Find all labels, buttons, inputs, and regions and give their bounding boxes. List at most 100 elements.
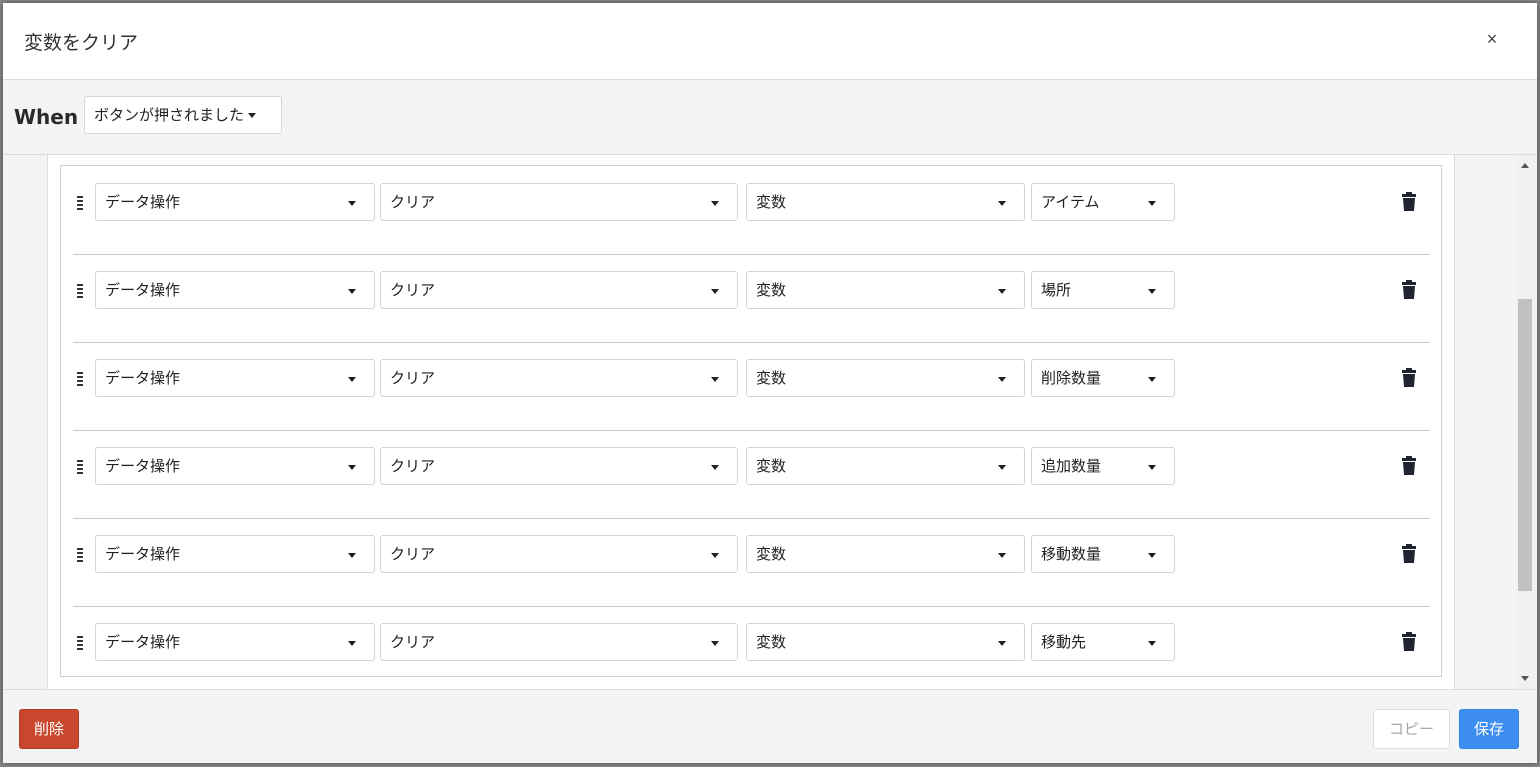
scroll-up-arrow-icon[interactable]: [1521, 163, 1529, 168]
caret-down-icon: [711, 377, 719, 382]
caret-down-icon: [998, 201, 1006, 206]
action-type-dropdown[interactable]: データ操作: [95, 623, 375, 661]
trigger-dropdown[interactable]: ボタンが押されました: [84, 96, 282, 134]
when-label: When: [14, 105, 79, 129]
drag-handle-icon[interactable]: [77, 372, 85, 386]
caret-down-icon: [348, 377, 356, 382]
variable-dropdown[interactable]: 追加数量: [1031, 447, 1175, 485]
action-type-dropdown[interactable]: データ操作: [95, 447, 375, 485]
variable-dropdown[interactable]: アイテム: [1031, 183, 1175, 221]
scroll-thumb[interactable]: [1518, 299, 1532, 591]
delete-button[interactable]: 削除: [19, 709, 79, 749]
caret-down-icon: [711, 289, 719, 294]
save-button[interactable]: 保存: [1459, 709, 1519, 749]
actions-panel: データ操作 クリア 変数 アイテム データ操作 クリア 変数 場所 データ操作 クリア 変数 削除数量…: [47, 155, 1455, 689]
target-dropdown-value: 変数: [756, 457, 787, 475]
copy-button[interactable]: コピー: [1373, 709, 1450, 749]
caret-down-icon: [998, 641, 1006, 646]
trigger-bar: When ボタンが押されました: [3, 80, 1537, 155]
action-row: データ操作 クリア 変数 削除数量: [73, 342, 1430, 431]
target-dropdown[interactable]: 変数: [746, 183, 1025, 221]
action-list: データ操作 クリア 変数 アイテム データ操作 クリア 変数 場所 データ操作 クリア 変数 削除数量…: [60, 165, 1442, 677]
variable-dropdown-value: 削除数量: [1041, 369, 1102, 387]
trash-icon[interactable]: [1401, 280, 1417, 300]
actions-area: データ操作 クリア 変数 アイテム データ操作 クリア 変数 場所 データ操作 クリア 変数 削除数量…: [3, 155, 1537, 689]
variable-dropdown[interactable]: 移動数量: [1031, 535, 1175, 573]
target-dropdown[interactable]: 変数: [746, 447, 1025, 485]
action-type-dropdown-value: データ操作: [105, 633, 181, 651]
target-dropdown-value: 変数: [756, 545, 787, 563]
operation-dropdown[interactable]: クリア: [380, 623, 738, 661]
target-dropdown[interactable]: 変数: [746, 271, 1025, 309]
modal-footer: 削除 コピー 保存: [3, 689, 1537, 763]
caret-down-icon: [711, 553, 719, 558]
action-row: データ操作 クリア 変数 場所: [73, 254, 1430, 343]
operation-dropdown[interactable]: クリア: [380, 535, 738, 573]
action-type-dropdown-value: データ操作: [105, 281, 181, 299]
variable-dropdown[interactable]: 削除数量: [1031, 359, 1175, 397]
action-row: データ操作 クリア 変数 移動先: [73, 606, 1430, 694]
operation-dropdown-value: クリア: [390, 369, 436, 387]
action-row: データ操作 クリア 変数 追加数量: [73, 430, 1430, 519]
action-type-dropdown-value: データ操作: [105, 457, 181, 475]
action-type-dropdown[interactable]: データ操作: [95, 271, 375, 309]
action-type-dropdown-value: データ操作: [105, 545, 181, 563]
trash-icon[interactable]: [1401, 368, 1417, 388]
variable-dropdown[interactable]: 場所: [1031, 271, 1175, 309]
action-type-dropdown[interactable]: データ操作: [95, 183, 375, 221]
caret-down-icon: [1148, 377, 1156, 382]
drag-handle-icon[interactable]: [77, 284, 85, 298]
action-type-dropdown-value: データ操作: [105, 369, 181, 387]
caret-down-icon: [998, 289, 1006, 294]
action-row: データ操作 クリア 変数 移動数量: [73, 518, 1430, 607]
variable-dropdown-value: 移動先: [1041, 633, 1087, 651]
target-dropdown[interactable]: 変数: [746, 359, 1025, 397]
target-dropdown-value: 変数: [756, 369, 787, 387]
caret-down-icon: [711, 641, 719, 646]
modal-header: 変数をクリア ×: [3, 3, 1537, 80]
operation-dropdown[interactable]: クリア: [380, 359, 738, 397]
operation-dropdown[interactable]: クリア: [380, 271, 738, 309]
action-type-dropdown[interactable]: データ操作: [95, 535, 375, 573]
caret-down-icon: [348, 553, 356, 558]
caret-down-icon: [348, 641, 356, 646]
modal-title: 変数をクリア: [24, 32, 139, 54]
caret-down-icon: [1148, 465, 1156, 470]
target-dropdown-value: 変数: [756, 281, 787, 299]
caret-down-icon: [248, 113, 257, 118]
caret-down-icon: [711, 201, 719, 206]
action-row: データ操作 クリア 変数 アイテム: [73, 166, 1430, 255]
target-dropdown[interactable]: 変数: [746, 623, 1025, 661]
caret-down-icon: [348, 201, 356, 206]
target-dropdown[interactable]: 変数: [746, 535, 1025, 573]
caret-down-icon: [711, 465, 719, 470]
trash-icon[interactable]: [1401, 456, 1417, 476]
drag-handle-icon[interactable]: [77, 196, 85, 210]
drag-handle-icon[interactable]: [77, 460, 85, 474]
drag-handle-icon[interactable]: [77, 636, 85, 650]
scroll-down-arrow-icon[interactable]: [1521, 676, 1529, 681]
clear-variable-modal: 変数をクリア × When ボタンが押されました データ操作 クリア 変数 アイテムデ…: [3, 3, 1537, 763]
trash-icon[interactable]: [1401, 544, 1417, 564]
variable-dropdown-value: 移動数量: [1041, 545, 1102, 563]
caret-down-icon: [998, 377, 1006, 382]
action-type-dropdown[interactable]: データ操作: [95, 359, 375, 397]
trash-icon[interactable]: [1401, 632, 1417, 652]
action-type-dropdown-value: データ操作: [105, 193, 181, 211]
caret-down-icon: [998, 553, 1006, 558]
scrollbar[interactable]: [1516, 155, 1536, 689]
variable-dropdown-value: 場所: [1041, 281, 1072, 299]
operation-dropdown-value: クリア: [390, 193, 436, 211]
drag-handle-icon[interactable]: [77, 548, 85, 562]
target-dropdown-value: 変数: [756, 633, 787, 651]
operation-dropdown[interactable]: クリア: [380, 183, 738, 221]
caret-down-icon: [998, 465, 1006, 470]
caret-down-icon: [348, 289, 356, 294]
operation-dropdown[interactable]: クリア: [380, 447, 738, 485]
operation-dropdown-value: クリア: [390, 457, 436, 475]
operation-dropdown-value: クリア: [390, 281, 436, 299]
trash-icon[interactable]: [1401, 192, 1417, 212]
variable-dropdown-value: 追加数量: [1041, 457, 1102, 475]
close-icon[interactable]: ×: [1479, 25, 1505, 53]
variable-dropdown[interactable]: 移動先: [1031, 623, 1175, 661]
